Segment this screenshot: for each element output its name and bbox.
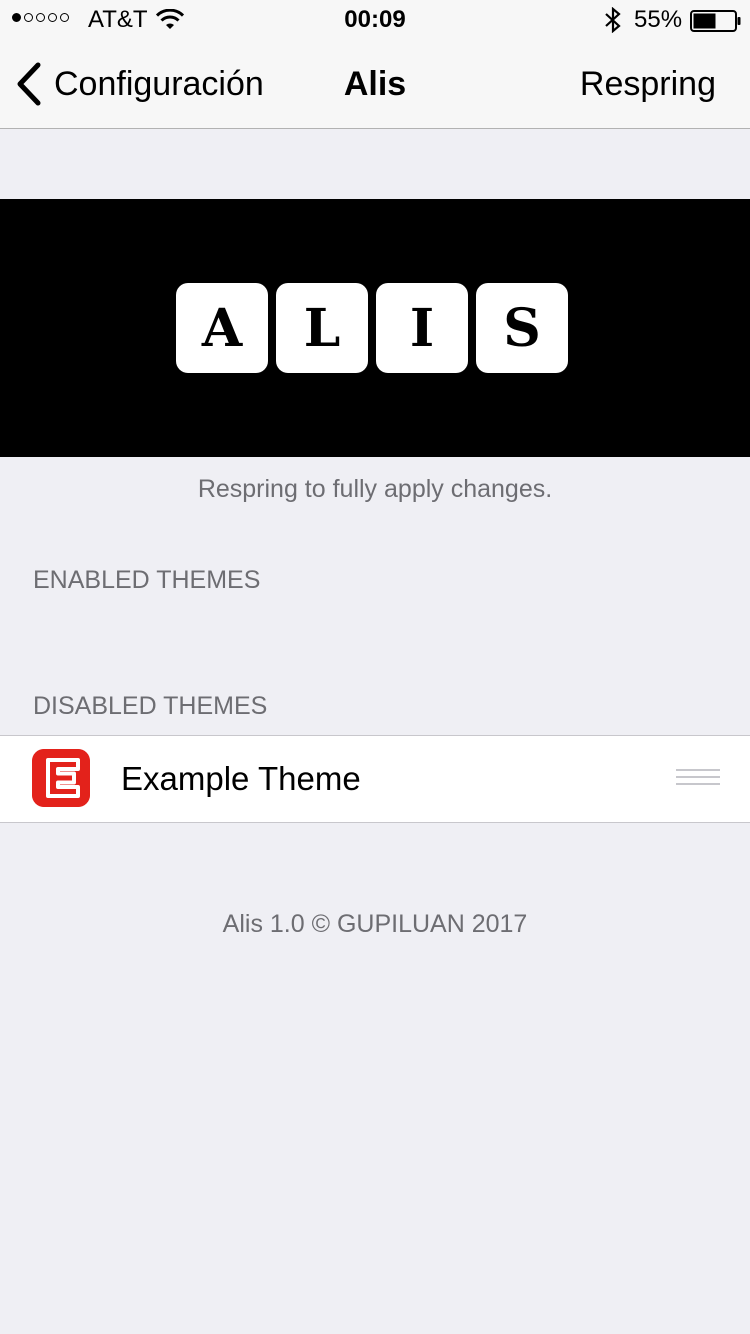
enabled-themes-header: ENABLED THEMES	[33, 566, 261, 594]
logo-tile-i: I	[376, 283, 468, 373]
navigation-bar: Configuración Alis Respring	[0, 40, 750, 129]
status-bar: AT&T 00:09 55%	[0, 0, 750, 40]
letter-e-theme-icon	[32, 749, 90, 807]
app-copyright: Alis 1.0 © GUPILUAN 2017	[222, 910, 528, 938]
battery-percentage: 55%	[634, 6, 683, 33]
disabled-themes-header: DISABLED THEMES	[33, 692, 268, 720]
theme-row-example-theme[interactable]: Example Theme	[0, 735, 750, 823]
logo-tile-l: L	[276, 283, 368, 373]
theme-name: Example Theme	[121, 760, 361, 797]
battery-icon	[690, 10, 741, 32]
respring-button[interactable]: Respring	[580, 62, 716, 106]
logo-tile-a: A	[176, 283, 268, 373]
logo-tile-s: S	[476, 283, 568, 373]
bluetooth-icon	[605, 7, 621, 33]
reorder-handle-icon[interactable]	[676, 769, 720, 789]
respring-hint: Respring to fully apply changes.	[197, 475, 553, 503]
alis-logo: A L I S	[176, 283, 568, 373]
